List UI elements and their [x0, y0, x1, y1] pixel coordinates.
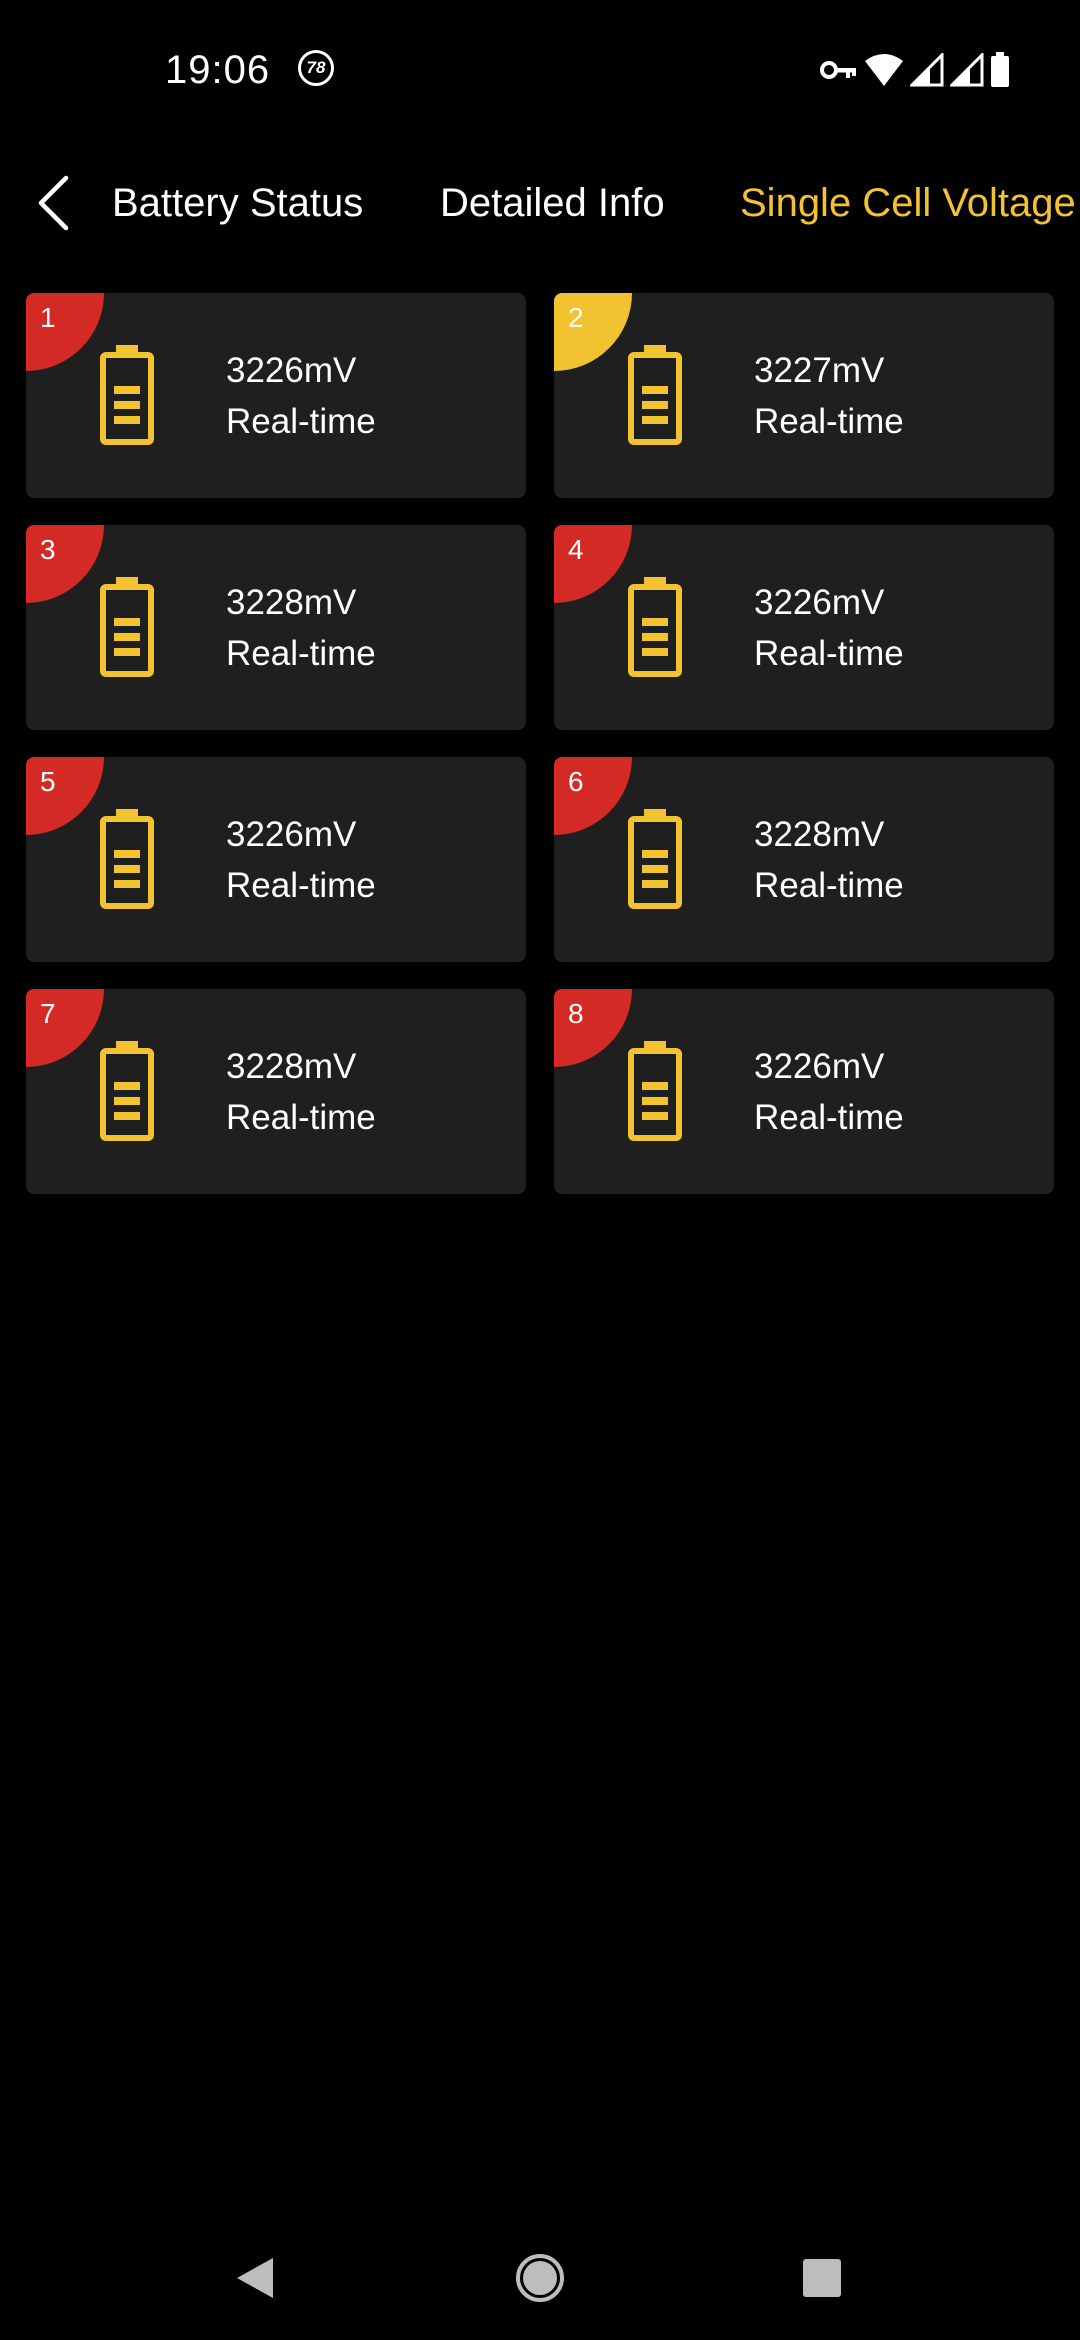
cell-status: Real-time: [754, 402, 904, 441]
cell-status: Real-time: [226, 402, 376, 441]
cell-text: 3228mV Real-time: [226, 1041, 376, 1143]
status-bar: 19:06 78: [0, 0, 1080, 140]
back-button[interactable]: [28, 170, 78, 240]
cell-index: 2: [568, 302, 584, 333]
status-time: 19:06: [165, 48, 271, 92]
cell-voltage-grid: 1 3226mV Real-time 2 3227mV Real-time 3 …: [26, 293, 1054, 1194]
cell-index-badge: [554, 293, 632, 371]
cell-card-1[interactable]: 1 3226mV Real-time: [26, 293, 526, 498]
cell-status: Real-time: [754, 866, 904, 905]
chevron-left-icon: [36, 175, 70, 236]
battery-icon: [990, 52, 1010, 88]
cell-voltage: 3226mV: [226, 815, 357, 854]
cell-text: 3227mV Real-time: [754, 345, 904, 447]
cell-index-badge: [26, 989, 104, 1067]
battery-icon: [627, 343, 683, 445]
battery-icon: [627, 1039, 683, 1141]
cell-status: Real-time: [226, 866, 376, 905]
nav-back-icon: [233, 2255, 277, 2306]
cell-status: Real-time: [226, 1098, 376, 1137]
cell-voltage: 3226mV: [226, 351, 357, 390]
cell-voltage: 3228mV: [754, 815, 885, 854]
cell-text: 3228mV Real-time: [754, 809, 904, 911]
cell-status: Real-time: [226, 634, 376, 673]
cell-status: Real-time: [754, 1098, 904, 1137]
cell-index-badge: [26, 525, 104, 603]
cell-text: 3226mV Real-time: [754, 1041, 904, 1143]
cell-index: 1: [40, 302, 56, 333]
battery-icon: [99, 807, 155, 909]
battery-icon: [99, 343, 155, 445]
cell-index: 4: [568, 534, 584, 565]
cell-text: 3228mV Real-time: [226, 577, 376, 679]
cell-text: 3226mV Real-time: [754, 577, 904, 679]
key-icon: [820, 59, 858, 81]
battery-icon: [627, 575, 683, 677]
tab-header: Battery Status Detailed Info Single Cell…: [0, 150, 1080, 260]
cell-index: 7: [40, 998, 56, 1029]
cell-index-badge: [26, 757, 104, 835]
signal-icon: [910, 53, 944, 87]
battery-icon: [99, 1039, 155, 1141]
cell-voltage: 3226mV: [754, 583, 885, 622]
nav-recents-icon: [801, 2257, 843, 2304]
cell-index-badge: [554, 757, 632, 835]
cell-card-7[interactable]: 7 3228mV Real-time: [26, 989, 526, 1194]
cell-index-badge: [554, 525, 632, 603]
cell-status: Real-time: [754, 634, 904, 673]
cell-index-badge: [554, 989, 632, 1067]
cell-voltage: 3228mV: [226, 1047, 357, 1086]
nav-home-icon: [515, 2253, 565, 2308]
cell-card-5[interactable]: 5 3226mV Real-time: [26, 757, 526, 962]
cell-index-badge: [26, 293, 104, 371]
cell-card-2[interactable]: 2 3227mV Real-time: [554, 293, 1054, 498]
cell-index: 5: [40, 766, 56, 797]
cell-card-4[interactable]: 4 3226mV Real-time: [554, 525, 1054, 730]
cell-card-8[interactable]: 8 3226mV Real-time: [554, 989, 1054, 1194]
nav-recents-button[interactable]: [792, 2250, 852, 2310]
status-icons: [820, 50, 1010, 90]
signal-icon: [950, 53, 984, 87]
battery-icon: [627, 807, 683, 909]
tab-battery-status[interactable]: Battery Status: [112, 175, 363, 231]
cell-card-3[interactable]: 3 3228mV Real-time: [26, 525, 526, 730]
system-nav-bar: [0, 2220, 1080, 2330]
battery-icon: [99, 575, 155, 677]
cell-voltage: 3226mV: [754, 1047, 885, 1086]
cell-text: 3226mV Real-time: [226, 345, 376, 447]
cell-voltage: 3228mV: [226, 583, 357, 622]
cell-voltage: 3227mV: [754, 351, 885, 390]
tab-single-cell-voltage[interactable]: Single Cell Voltage: [740, 175, 1076, 231]
cell-text: 3226mV Real-time: [226, 809, 376, 911]
tab-detailed-info[interactable]: Detailed Info: [440, 175, 665, 231]
cell-index: 6: [568, 766, 584, 797]
nav-back-button[interactable]: [225, 2250, 285, 2310]
notification-badge-icon: 78: [298, 50, 334, 86]
cell-index: 3: [40, 534, 56, 565]
wifi-icon: [864, 53, 904, 87]
nav-home-button[interactable]: [510, 2250, 570, 2310]
cell-index: 8: [568, 998, 584, 1029]
cell-card-6[interactable]: 6 3228mV Real-time: [554, 757, 1054, 962]
